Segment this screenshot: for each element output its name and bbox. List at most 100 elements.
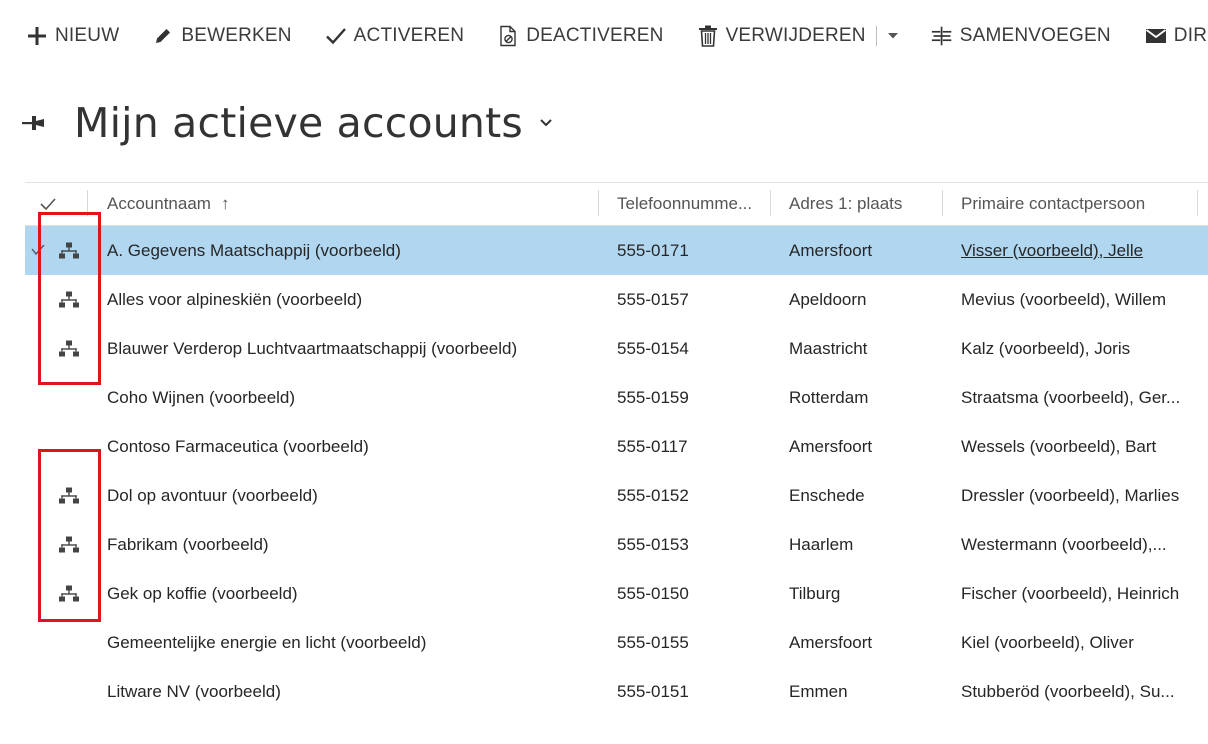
primary-contact-cell[interactable]: Wessels (voorbeeld), Bart [961, 422, 1201, 471]
merge-button-label: SAMENVOEGEN [959, 25, 1111, 46]
hierarchy-icon[interactable] [57, 471, 81, 520]
city-cell: Emmen [789, 681, 848, 701]
primary-contact-cell[interactable]: Fischer (voorbeeld), Heinrich [961, 569, 1201, 618]
direct-email-button-label: DIRECT [1173, 25, 1208, 46]
column-separator [770, 190, 771, 216]
primary-contact-cell[interactable]: Dressler (voorbeeld), Marlies [961, 471, 1201, 520]
hierarchy-icon[interactable] [57, 275, 81, 324]
account-name-cell[interactable]: Fabrikam (voorbeeld) [107, 520, 597, 569]
deactivate-button[interactable]: DEACTIVEREN [497, 25, 663, 47]
column-header-primary-contact[interactable]: Primaire contactpersoon [961, 183, 1145, 225]
row-checkbox[interactable] [25, 618, 51, 667]
row-checkbox[interactable] [25, 667, 51, 716]
envelope-icon [1145, 25, 1167, 47]
view-selector-chevron-icon[interactable] [539, 118, 553, 128]
city-cell: Amersfoort [789, 436, 873, 456]
city-cell: Amersfoort [789, 240, 873, 260]
account-name-cell[interactable]: Alles voor alpineskiën (voorbeeld) [107, 275, 597, 324]
view-header: Mijn actieve accounts [22, 92, 553, 154]
sort-ascending-icon: ↑ [220, 194, 230, 213]
row-checkbox[interactable] [25, 422, 51, 471]
accounts-grid: Accountnaam ↑ Telefoonnumme... Adres 1: … [25, 182, 1208, 716]
table-row[interactable]: Coho Wijnen (voorbeeld) 555-0159 Rotterd… [25, 373, 1208, 422]
pencil-icon [152, 25, 174, 47]
account-name-cell[interactable]: Contoso Farmaceutica (voorbeeld) [107, 422, 597, 471]
phone-cell: 555-0153 [617, 534, 689, 554]
phone-cell: 555-0171 [617, 240, 689, 260]
column-separator [598, 190, 599, 216]
phone-cell: 555-0150 [617, 583, 689, 603]
account-name-cell[interactable]: A. Gegevens Maatschappij (voorbeeld) [107, 226, 597, 275]
activate-button-label: ACTIVEREN [353, 25, 465, 46]
account-name-cell[interactable]: Gek op koffie (voorbeeld) [107, 569, 597, 618]
edit-button-label: BEWERKEN [181, 25, 292, 46]
chevron-down-icon [887, 32, 899, 40]
row-checkbox[interactable] [25, 373, 51, 422]
row-checkbox[interactable] [25, 520, 51, 569]
table-row[interactable]: Alles voor alpineskiën (voorbeeld) 555-0… [25, 275, 1208, 324]
column-header-city[interactable]: Adres 1: plaats [789, 183, 902, 225]
edit-button[interactable]: BEWERKEN [152, 25, 291, 47]
column-separator [87, 190, 88, 216]
phone-cell: 555-0151 [617, 681, 689, 701]
city-cell: Enschede [789, 485, 865, 505]
deactivate-document-icon [497, 25, 519, 47]
primary-contact-cell[interactable]: Stubberöd (voorbeeld), Su... [961, 667, 1201, 716]
phone-cell: 555-0159 [617, 387, 689, 407]
checkmark-icon [325, 25, 347, 47]
account-name-cell[interactable]: Dol op avontuur (voorbeeld) [107, 471, 597, 520]
new-button[interactable]: NIEUW [26, 25, 119, 47]
row-checkbox[interactable] [25, 275, 51, 324]
delete-button-label: VERWIJDEREN [725, 25, 866, 46]
command-bar: NIEUW BEWERKEN ACTIVEREN DEACTIVEREN VER… [26, 18, 1208, 54]
city-cell: Apeldoorn [789, 289, 867, 309]
table-row[interactable]: Gek op koffie (voorbeeld) 555-0150 Tilbu… [25, 569, 1208, 618]
hierarchy-icon[interactable] [57, 324, 81, 373]
column-header-account-name[interactable]: Accountnaam ↑ [107, 183, 229, 225]
phone-cell: 555-0152 [617, 485, 689, 505]
row-checkbox[interactable] [25, 471, 51, 520]
phone-cell: 555-0154 [617, 338, 689, 358]
row-checkbox[interactable] [25, 569, 51, 618]
table-row[interactable]: Dol op avontuur (voorbeeld) 555-0152 Ens… [25, 471, 1208, 520]
primary-contact-link[interactable]: Visser (voorbeeld), Jelle [961, 226, 1201, 275]
table-row[interactable]: Gemeentelijke energie en licht (voorbeel… [25, 618, 1208, 667]
primary-contact-cell[interactable]: Westermann (voorbeeld),... [961, 520, 1201, 569]
merge-icon [931, 25, 953, 47]
pin-icon[interactable] [22, 109, 50, 137]
view-title: Mijn actieve accounts [74, 99, 523, 147]
account-name-cell[interactable]: Gemeentelijke energie en licht (voorbeel… [107, 618, 597, 667]
trash-icon [697, 25, 719, 47]
activate-button[interactable]: ACTIVEREN [325, 25, 465, 47]
hierarchy-icon[interactable] [57, 569, 81, 618]
account-name-cell[interactable]: Coho Wijnen (voorbeeld) [107, 373, 597, 422]
primary-contact-cell[interactable]: Straatsma (voorbeeld), Ger... [961, 373, 1201, 422]
hierarchy-icon[interactable] [57, 520, 81, 569]
account-name-cell[interactable]: Blauwer Verderop Luchtvaartmaatschappij … [107, 324, 597, 373]
merge-button[interactable]: SAMENVOEGEN [931, 25, 1111, 47]
select-all-checkbox[interactable] [39, 183, 57, 225]
direct-email-button[interactable]: DIRECT [1145, 25, 1208, 47]
table-row[interactable]: Blauwer Verderop Luchtvaartmaatschappij … [25, 324, 1208, 373]
table-row[interactable]: Contoso Farmaceutica (voorbeeld) 555-011… [25, 422, 1208, 471]
delete-button[interactable]: VERWIJDEREN [697, 25, 866, 47]
primary-contact-cell[interactable]: Mevius (voorbeeld), Willem [961, 275, 1201, 324]
column-header-phone[interactable]: Telefoonnumme... [617, 183, 752, 225]
row-checkbox[interactable] [25, 324, 51, 373]
more-commands-button[interactable] [887, 32, 905, 40]
city-cell: Rotterdam [789, 387, 869, 407]
primary-contact-cell[interactable]: Kalz (voorbeeld), Joris [961, 324, 1201, 373]
account-name-cell[interactable]: Litware NV (voorbeeld) [107, 667, 597, 716]
column-header-account-name-label: Accountnaam [107, 194, 211, 213]
grid-header: Accountnaam ↑ Telefoonnumme... Adres 1: … [25, 182, 1208, 226]
hierarchy-icon[interactable] [57, 226, 81, 275]
table-row[interactable]: Litware NV (voorbeeld) 555-0151 Emmen St… [25, 667, 1208, 716]
row-checkbox-checked-icon[interactable] [25, 226, 51, 275]
table-row[interactable]: A. Gegevens Maatschappij (voorbeeld) 555… [25, 226, 1208, 275]
primary-contact-cell[interactable]: Kiel (voorbeeld), Oliver [961, 618, 1201, 667]
toolbar-separator [875, 26, 877, 46]
phone-cell: 555-0155 [617, 632, 689, 652]
new-button-label: NIEUW [55, 25, 120, 46]
table-row[interactable]: Fabrikam (voorbeeld) 555-0153 Haarlem We… [25, 520, 1208, 569]
city-cell: Maastricht [789, 338, 868, 358]
